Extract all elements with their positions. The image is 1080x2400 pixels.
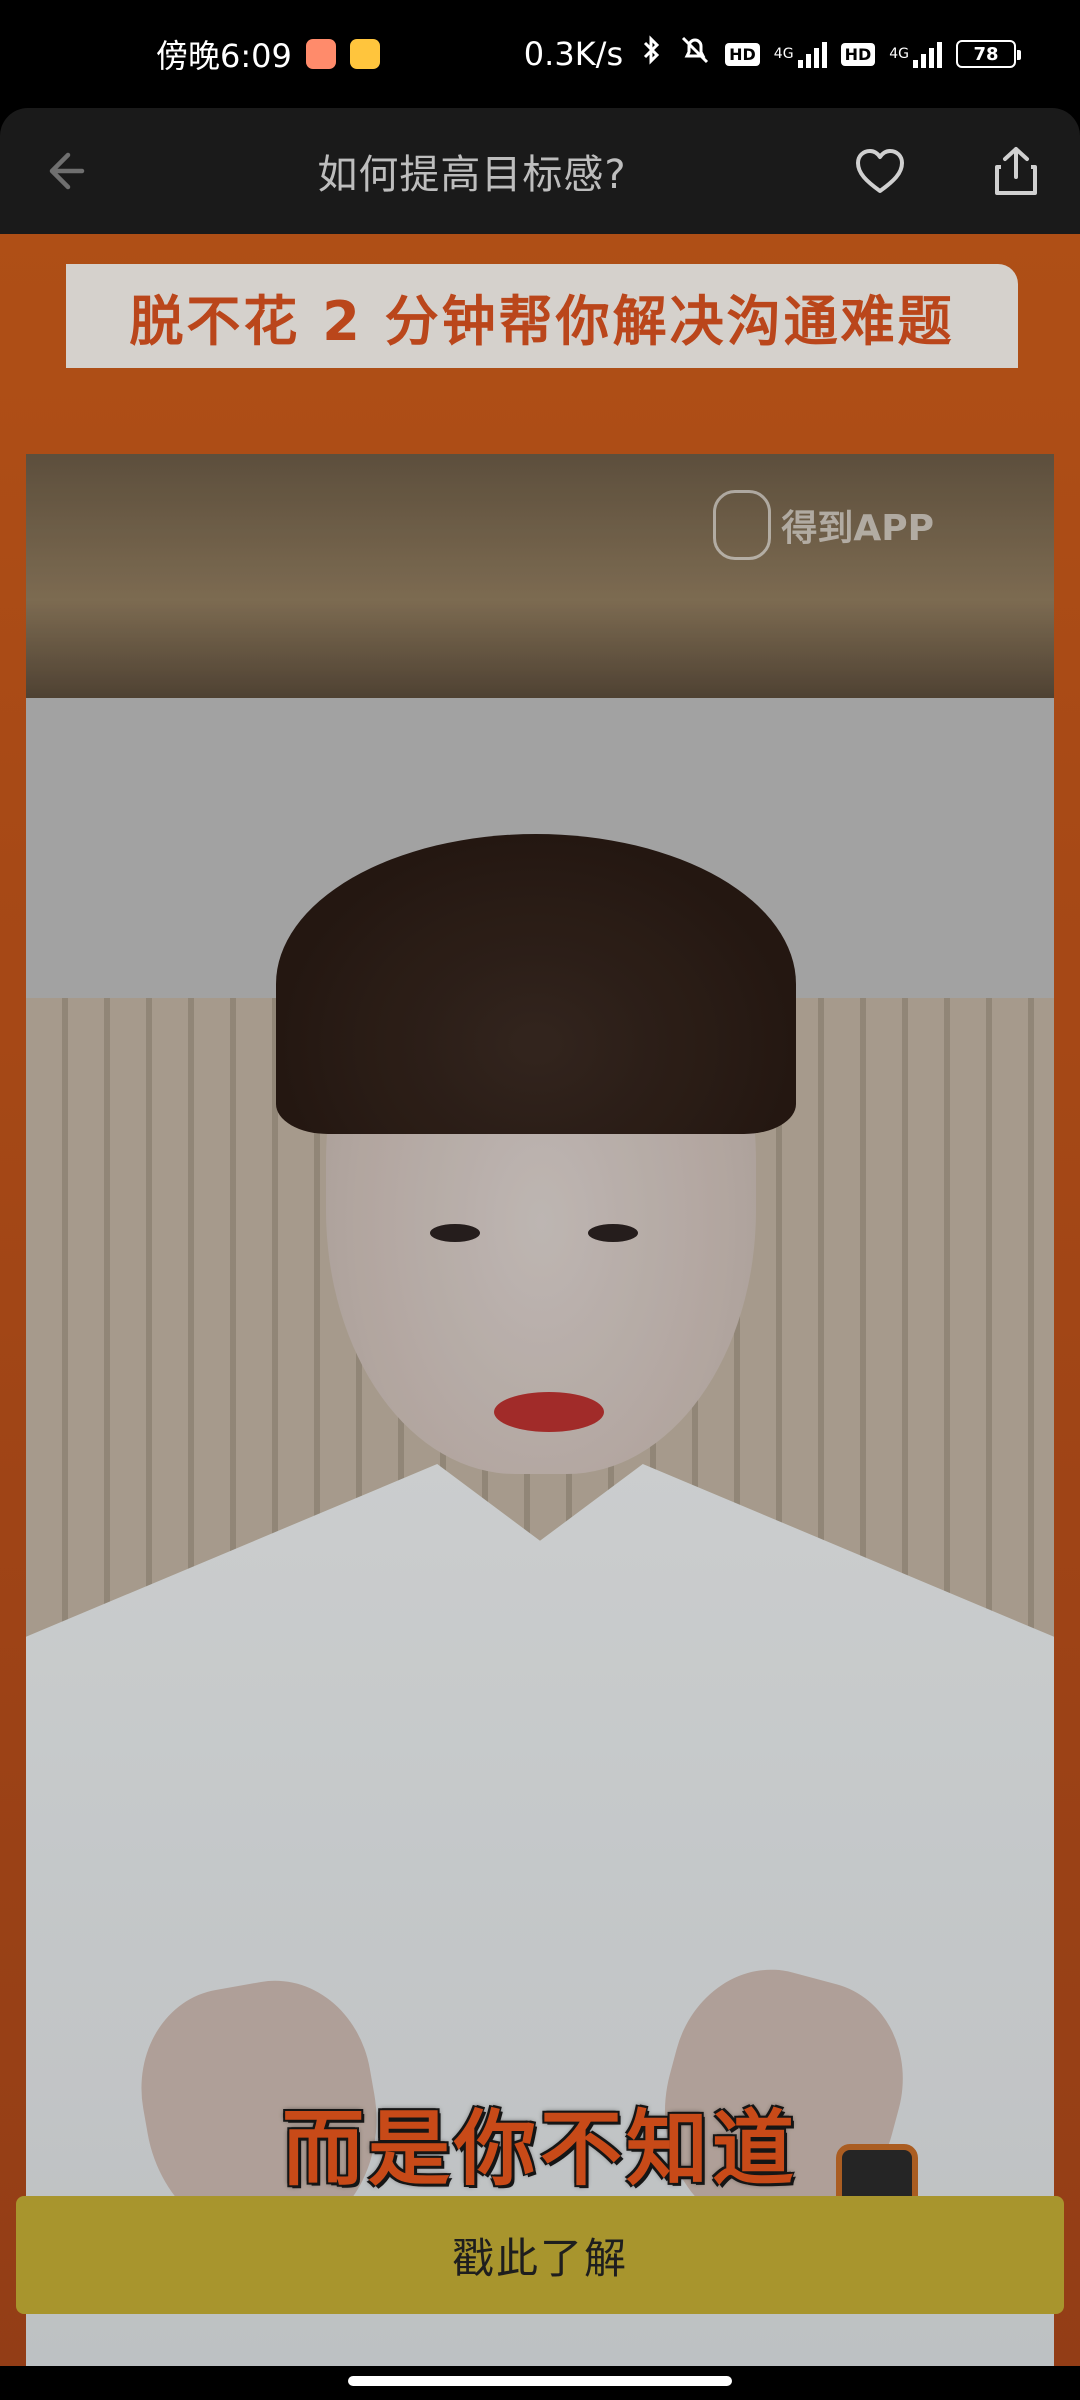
video-subtitle: 而是你不知道 [281, 2102, 798, 2197]
share-icon [994, 147, 1037, 195]
status-bar: 傍晚6:09 0.3K/s HD 4G HD 4G 78 [0, 0, 1080, 108]
signal-icon-2 [913, 40, 942, 68]
app-notification-icon [305, 39, 336, 69]
home-indicator[interactable] [348, 2376, 732, 2386]
status-time: 傍晚6:09 [156, 37, 292, 75]
top-nav-bar: 如何提高目标感? [0, 108, 1080, 234]
learn-more-button[interactable]: 戳此了解 [16, 2196, 1064, 2314]
lips [494, 1392, 604, 1432]
favorite-button[interactable] [852, 143, 908, 199]
hd-badge-2: HD [840, 42, 876, 66]
heart-icon [855, 149, 904, 193]
share-button[interactable] [988, 143, 1044, 199]
left-eye [430, 1224, 480, 1242]
mute-bell-icon [679, 34, 711, 74]
video-frame[interactable]: 得到APP 而是你不知道 [26, 454, 1054, 2366]
battery-indicator: 78 [956, 40, 1021, 68]
right-eye [588, 1224, 638, 1242]
cta-label: 戳此了解 [451, 2233, 628, 2283]
status-left: 傍晚6:09 [156, 31, 380, 77]
watermark-text: 得到APP [781, 508, 934, 549]
page-title: 如何提高目标感? [317, 152, 627, 198]
network-speed: 0.3K/s [523, 35, 624, 73]
banner-text: 脱不花 2 分钟帮你解决沟通难题 [129, 289, 955, 353]
owl-logo-icon [713, 490, 772, 560]
watermark: 得到APP [713, 490, 934, 560]
notes-notification-icon [349, 39, 380, 69]
network-type-1: 4G [773, 46, 794, 62]
back-button[interactable] [36, 143, 92, 199]
arrow-left-icon [49, 152, 85, 190]
status-right: 0.3K/s HD 4G HD 4G 78 [523, 34, 1021, 74]
person-hair [276, 834, 796, 1134]
nav-actions [852, 143, 1044, 199]
video-ad-area[interactable]: 脱不花 2 分钟帮你解决沟通难题 得到APP 而是你不知道 [0, 234, 1080, 2366]
hd-badge-1: HD [725, 42, 760, 66]
signal-icon-1 [797, 40, 827, 68]
bluetooth-icon [637, 35, 665, 73]
promo-banner: 脱不花 2 分钟帮你解决沟通难题 [66, 264, 1018, 368]
network-type-2: 4G [889, 46, 909, 62]
battery-level: 78 [973, 43, 999, 65]
